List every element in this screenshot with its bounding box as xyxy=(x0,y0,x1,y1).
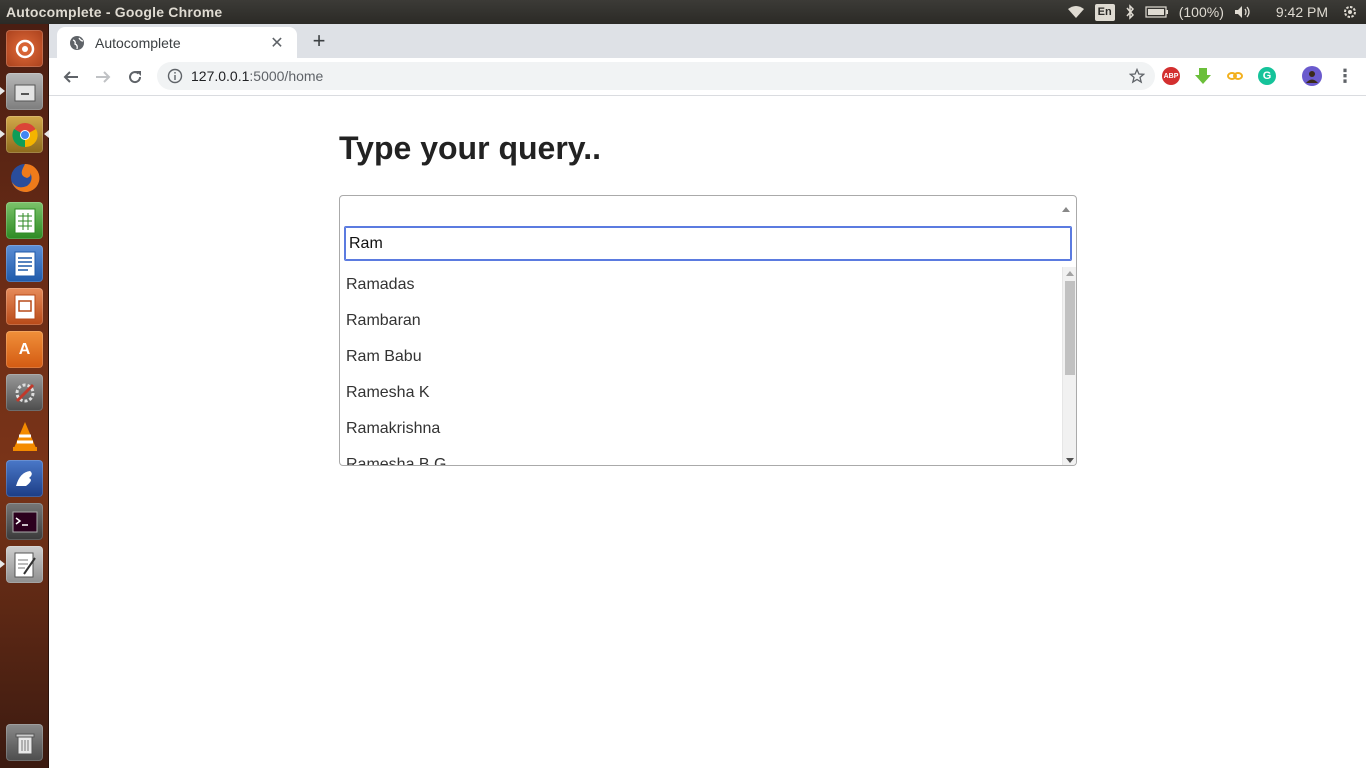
system-tray: En (100%) 9:42 PM xyxy=(1067,3,1366,21)
address-bar[interactable]: 127.0.0.1:5000/home xyxy=(157,62,1155,90)
running-indicator xyxy=(0,130,5,138)
bookmark-star-icon[interactable] xyxy=(1129,68,1145,84)
close-tab-icon[interactable]: ✕ xyxy=(269,33,285,53)
battery-percentage: (100%) xyxy=(1178,4,1224,20)
trash-icon[interactable] xyxy=(6,724,43,761)
adblock-plus-icon[interactable]: ABP xyxy=(1162,67,1180,85)
keyboard-language-indicator[interactable]: En xyxy=(1094,3,1115,21)
globe-icon xyxy=(70,35,84,50)
text-editor-icon[interactable] xyxy=(6,546,43,583)
volume-icon[interactable] xyxy=(1234,5,1252,19)
grammarly-icon[interactable]: G xyxy=(1258,67,1276,85)
query-select[interactable] xyxy=(339,195,1077,223)
result-option[interactable]: Ramesha K xyxy=(340,375,1076,411)
pidgin-icon[interactable] xyxy=(6,460,43,497)
tab-title: Autocomplete xyxy=(95,34,181,51)
forward-arrow-icon xyxy=(96,70,111,83)
scrollbar-thumb[interactable] xyxy=(1065,281,1075,375)
firefox-icon[interactable] xyxy=(6,159,43,196)
page-heading: Type your query.. xyxy=(339,130,601,166)
result-option[interactable]: Ram Babu xyxy=(340,339,1076,375)
result-option[interactable]: Ramakrishna xyxy=(340,411,1076,447)
libreoffice-writer-icon[interactable] xyxy=(6,245,43,282)
result-option[interactable]: Ramadas xyxy=(340,267,1076,303)
scroll-up-arrow-icon[interactable] xyxy=(1066,271,1074,276)
autocomplete-dropdown: Ramadas Rambaran Ram Babu Ramesha K Rama… xyxy=(339,222,1077,466)
wifi-icon[interactable] xyxy=(1067,5,1085,19)
info-icon[interactable] xyxy=(167,68,183,84)
back-arrow-icon xyxy=(63,70,78,83)
bluetooth-icon[interactable] xyxy=(1125,4,1135,20)
page-content: Type your query.. Ramadas Rambaran Ram B… xyxy=(49,96,1366,768)
select-arrow-icon xyxy=(1062,207,1070,212)
settings-gear-icon[interactable] xyxy=(1342,4,1358,20)
reload-icon xyxy=(129,70,142,83)
software-center-icon[interactable]: A xyxy=(6,331,43,368)
chrome-menu-icon[interactable]: ⋮ xyxy=(1336,66,1354,86)
tab-strip: Autocomplete ✕ + xyxy=(49,24,1366,58)
running-indicator xyxy=(0,87,5,95)
scroll-down-arrow-icon[interactable] xyxy=(1066,458,1074,463)
system-settings-icon[interactable] xyxy=(6,374,43,411)
running-indicator xyxy=(0,560,5,568)
results-list: Ramadas Rambaran Ram Babu Ramesha K Rama… xyxy=(340,267,1076,465)
clock[interactable]: 9:42 PM xyxy=(1276,4,1328,20)
download-icon[interactable] xyxy=(1194,67,1212,85)
ubuntu-dash-icon[interactable] xyxy=(6,30,43,67)
browser-window: Autocomplete ✕ + 127.0.0.1:5000/home ABP… xyxy=(49,24,1366,96)
url-host: 127.0.0.1 xyxy=(191,68,250,84)
top-panel: Autocomplete - Google Chrome En (100%) 9… xyxy=(0,0,1366,24)
result-option[interactable]: Rambaran xyxy=(340,303,1076,339)
results-scrollbar[interactable] xyxy=(1062,267,1076,465)
unity-launcher: A xyxy=(0,24,49,768)
profile-avatar[interactable] xyxy=(1302,66,1322,86)
result-option[interactable]: Ramesha B G xyxy=(340,447,1076,465)
url-path: :5000/home xyxy=(249,68,324,84)
forward-button[interactable] xyxy=(87,61,119,93)
window-title: Autocomplete - Google Chrome xyxy=(6,4,223,20)
terminal-icon[interactable] xyxy=(6,503,43,540)
browser-toolbar: 127.0.0.1:5000/home ABP G ⋮ xyxy=(49,58,1366,96)
link-icon[interactable] xyxy=(1226,67,1244,85)
reload-button[interactable] xyxy=(119,61,151,93)
battery-icon[interactable] xyxy=(1145,6,1169,18)
back-button[interactable] xyxy=(55,61,87,93)
vlc-icon[interactable] xyxy=(6,417,43,454)
search-wrapper xyxy=(340,222,1076,265)
files-icon[interactable] xyxy=(6,73,43,110)
libreoffice-calc-icon[interactable] xyxy=(6,202,43,239)
search-input[interactable] xyxy=(344,226,1072,261)
chrome-icon[interactable] xyxy=(6,116,43,153)
new-tab-button[interactable]: + xyxy=(307,30,331,52)
tab-autocomplete[interactable]: Autocomplete ✕ xyxy=(57,27,297,58)
libreoffice-impress-icon[interactable] xyxy=(6,288,43,325)
